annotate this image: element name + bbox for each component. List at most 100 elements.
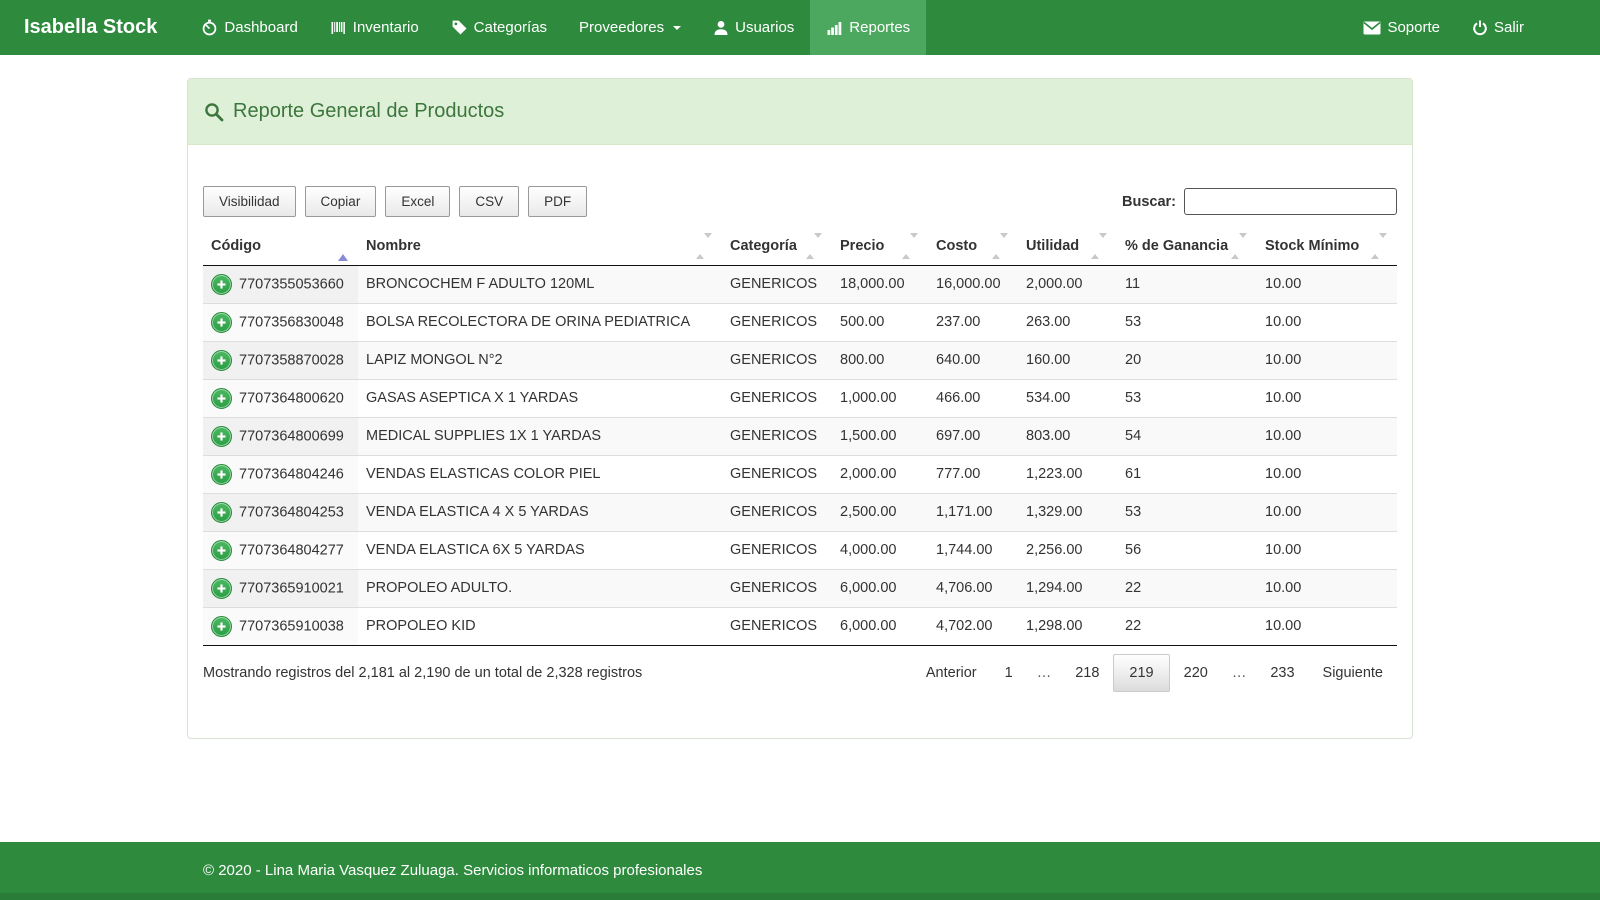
precio-cell: 1,500.00 — [832, 417, 928, 455]
expand-row-button[interactable] — [211, 540, 232, 561]
stock-cell: 10.00 — [1257, 303, 1397, 341]
nav-left: Dashboard Inventario Categorías Proveedo… — [185, 0, 926, 55]
column-header-utilidad[interactable]: Utilidad — [1018, 227, 1117, 265]
nav-item-inventario[interactable]: Inventario — [314, 0, 435, 55]
pdf-button[interactable]: PDF — [528, 186, 587, 217]
expand-row-button[interactable] — [211, 426, 232, 447]
expand-row-button[interactable] — [211, 464, 232, 485]
nav-item-dashboard[interactable]: Dashboard — [185, 0, 313, 55]
nombre-cell: BRONCOCHEM F ADULTO 120ML — [358, 265, 722, 303]
costo-cell: 777.00 — [928, 455, 1018, 493]
expand-row-button[interactable] — [211, 274, 232, 295]
sort-both-icon — [1091, 238, 1107, 254]
bar-chart-icon — [826, 20, 843, 36]
pagination-page-218[interactable]: 218 — [1061, 654, 1113, 692]
pagination-page-219-active[interactable]: 219 — [1113, 654, 1169, 692]
costo-cell: 4,702.00 — [928, 607, 1018, 645]
sort-both-icon — [806, 238, 822, 254]
sort-both-icon — [902, 238, 918, 254]
codigo-cell: 7707364804246 — [203, 455, 358, 493]
column-header-stock-minimo[interactable]: Stock Mínimo — [1257, 227, 1397, 265]
visibility-button[interactable]: Visibilidad — [203, 186, 296, 217]
sort-both-icon — [696, 238, 712, 254]
nombre-cell: VENDA ELASTICA 6X 5 YARDAS — [358, 531, 722, 569]
table-bottom-row: Mostrando registros del 2,181 al 2,190 d… — [203, 654, 1397, 692]
codigo-cell: 7707365910038 — [203, 607, 358, 645]
export-buttons: Visibilidad Copiar Excel CSV PDF — [203, 186, 587, 217]
copy-button[interactable]: Copiar — [305, 186, 377, 217]
nav-label: Categorías — [474, 19, 547, 36]
table-row: 7707365910038 PROPOLEO KID GENERICOS 6,0… — [203, 607, 1397, 645]
expand-row-button[interactable] — [211, 616, 232, 637]
utilidad-cell: 2,000.00 — [1018, 265, 1117, 303]
nav-item-soporte[interactable]: Soporte — [1347, 0, 1456, 55]
precio-cell: 500.00 — [832, 303, 928, 341]
column-header-precio[interactable]: Precio — [832, 227, 928, 265]
codigo-cell: 7707364804253 — [203, 493, 358, 531]
categoria-cell: GENERICOS — [722, 531, 832, 569]
pagination-ellipsis: … — [1027, 654, 1062, 692]
table-row: 7707358870028 LAPIZ MONGOL N°2 GENERICOS… — [203, 341, 1397, 379]
excel-button[interactable]: Excel — [385, 186, 450, 217]
expand-row-button[interactable] — [211, 502, 232, 523]
sort-both-icon — [1231, 238, 1247, 254]
column-header-categoria[interactable]: Categoría — [722, 227, 832, 265]
ganancia-cell: 53 — [1117, 303, 1257, 341]
nav-label: Usuarios — [735, 19, 794, 36]
utilidad-cell: 1,294.00 — [1018, 569, 1117, 607]
nav-label: Inventario — [353, 19, 419, 36]
nav-item-proveedores[interactable]: Proveedores — [563, 0, 697, 55]
column-header-ganancia[interactable]: % de Ganancia — [1117, 227, 1257, 265]
pagination-previous[interactable]: Anterior — [912, 654, 991, 692]
pagination-next[interactable]: Siguiente — [1309, 654, 1397, 692]
column-header-costo[interactable]: Costo — [928, 227, 1018, 265]
nav-item-usuarios[interactable]: Usuarios — [697, 0, 810, 55]
codigo-cell: 7707364804277 — [203, 531, 358, 569]
column-header-codigo[interactable]: Código — [203, 227, 358, 265]
categoria-cell: GENERICOS — [722, 303, 832, 341]
nav-item-salir[interactable]: Salir — [1456, 0, 1540, 55]
csv-button[interactable]: CSV — [459, 186, 519, 217]
nav-item-categorias[interactable]: Categorías — [435, 0, 563, 55]
precio-cell: 4,000.00 — [832, 531, 928, 569]
costo-cell: 4,706.00 — [928, 569, 1018, 607]
ganancia-cell: 54 — [1117, 417, 1257, 455]
nav-label: Salir — [1494, 19, 1524, 36]
precio-cell: 6,000.00 — [832, 569, 928, 607]
panel-body: Visibilidad Copiar Excel CSV PDF Buscar: — [188, 145, 1412, 738]
search-input[interactable] — [1184, 188, 1397, 215]
codigo-cell: 7707364800699 — [203, 417, 358, 455]
expand-row-button[interactable] — [211, 578, 232, 599]
pagination-page-233[interactable]: 233 — [1256, 654, 1308, 692]
nombre-cell: BOLSA RECOLECTORA DE ORINA PEDIATRICA — [358, 303, 722, 341]
user-icon — [713, 20, 729, 36]
table-search: Buscar: — [1122, 188, 1397, 215]
page-footer: © 2020 - Lina Maria Vasquez Zuluaga. Ser… — [0, 842, 1600, 900]
expand-row-button[interactable] — [211, 312, 232, 333]
app-brand[interactable]: Isabella Stock — [0, 0, 185, 55]
expand-row-button[interactable] — [211, 388, 232, 409]
costo-cell: 466.00 — [928, 379, 1018, 417]
table-row: 7707364800620 GASAS ASEPTICA X 1 YARDAS … — [203, 379, 1397, 417]
nav-item-reportes[interactable]: Reportes — [810, 0, 926, 55]
nombre-cell: GASAS ASEPTICA X 1 YARDAS — [358, 379, 722, 417]
column-header-nombre[interactable]: Nombre — [358, 227, 722, 265]
sort-asc-icon — [338, 238, 348, 254]
costo-cell: 1,171.00 — [928, 493, 1018, 531]
nombre-cell: VENDA ELASTICA 4 X 5 YARDAS — [358, 493, 722, 531]
ganancia-cell: 22 — [1117, 569, 1257, 607]
precio-cell: 18,000.00 — [832, 265, 928, 303]
stock-cell: 10.00 — [1257, 341, 1397, 379]
pagination-page-1[interactable]: 1 — [991, 654, 1027, 692]
table-header-row: Código Nombre Categoría — [203, 227, 1397, 265]
table-toolbar: Visibilidad Copiar Excel CSV PDF Buscar: — [203, 186, 1397, 217]
nombre-cell: MEDICAL SUPPLIES 1X 1 YARDAS — [358, 417, 722, 455]
dashboard-icon — [201, 19, 218, 36]
nav-right: Soporte Salir — [1347, 0, 1600, 55]
table-row: 7707364800699 MEDICAL SUPPLIES 1X 1 YARD… — [203, 417, 1397, 455]
utilidad-cell: 263.00 — [1018, 303, 1117, 341]
costo-cell: 16,000.00 — [928, 265, 1018, 303]
pagination-page-220[interactable]: 220 — [1170, 654, 1222, 692]
expand-row-button[interactable] — [211, 350, 232, 371]
power-icon — [1472, 20, 1488, 36]
